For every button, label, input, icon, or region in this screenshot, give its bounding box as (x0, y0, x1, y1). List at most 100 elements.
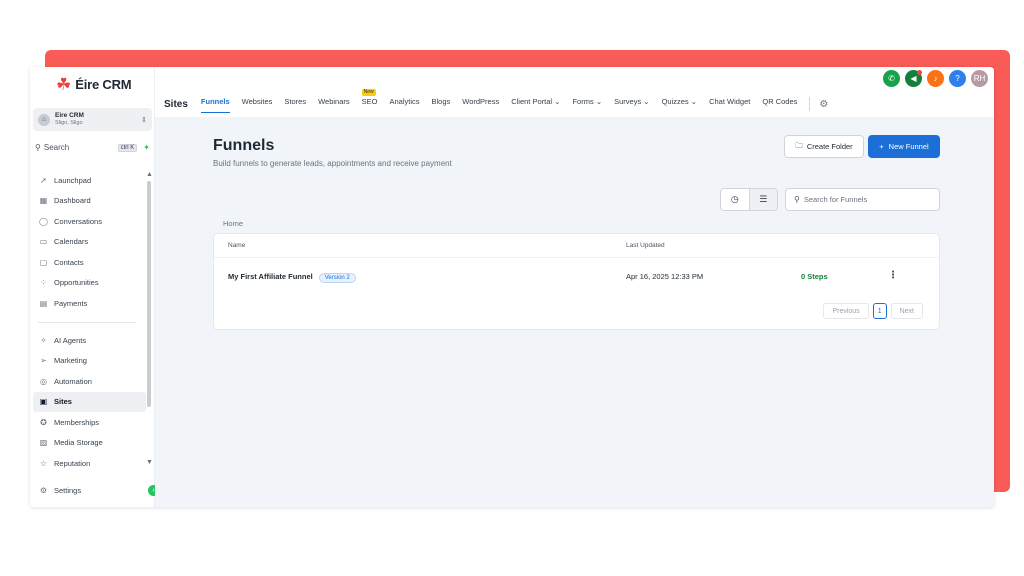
contacts-icon: ▢ (39, 257, 48, 267)
sidebar-item-label: Calendars (54, 237, 89, 247)
tab-client-portal[interactable]: Client Portal ⌄ (511, 95, 560, 113)
gear-icon: ⚙ (39, 485, 48, 495)
scroll-down-icon[interactable]: ▼ (146, 459, 153, 466)
sidebar-item-reputation[interactable]: ☆ Reputation (33, 453, 146, 474)
help-icon[interactable]: ? (949, 70, 966, 87)
star-icon: ☆ (39, 458, 48, 468)
recent-view-clock-icon[interactable]: ◷ (721, 189, 749, 210)
page-subtitle: Build funnels to generate leads, appoint… (213, 159, 452, 168)
tab-surveys[interactable]: Surveys ⌄ (614, 95, 649, 113)
sidebar-nav-main: ➚ Launchpad ▦ Dashboard ◯ Conversations ▭ Ca… (33, 170, 146, 314)
tab-websites[interactable]: Websites (242, 95, 273, 113)
tab-label: Forms (572, 97, 594, 106)
tab-wordpress[interactable]: WordPress (462, 95, 499, 113)
sidebar-item-marketing[interactable]: ➢ Marketing (33, 351, 146, 372)
sidebar-item-label: Dashboard (54, 196, 91, 206)
sites-tab-bar: Sites Funnels Websites Stores Webinars N… (164, 89, 828, 113)
sidebar-item-opportunities[interactable]: ⁘ Opportunities (33, 273, 146, 294)
tab-webinars[interactable]: Webinars (318, 95, 350, 113)
chevron-down-icon: ⌄ (643, 97, 650, 106)
calendar-icon: ▭ (39, 237, 48, 247)
sidebar-item-automation[interactable]: ◎ Automation (33, 371, 146, 392)
funnel-name-cell[interactable]: My First Affiliate Funnel Version 2 (228, 272, 356, 283)
shortcut-badge: ctrl K (117, 143, 138, 152)
tab-stores[interactable]: Stores (284, 95, 306, 113)
account-info: Eire CRM Sligo, Sligo (55, 112, 141, 127)
sidebar-item-label: Opportunities (54, 278, 99, 288)
phone-icon[interactable]: ✆ (883, 70, 900, 87)
chat-icon: ◯ (39, 216, 48, 226)
settings-gear-icon[interactable]: ⚙ (819, 99, 828, 110)
sidebar-item-sites[interactable]: ▣ Sites (33, 391, 146, 412)
sidebar-item-contacts[interactable]: ▢ Contacts (33, 252, 146, 273)
list-view-icon[interactable]: ☰ (748, 189, 777, 210)
top-header: ✆ ◀ ♪ ? RH Sites Funnels Websites Stores… (155, 67, 994, 117)
sidebar-item-label: Reputation (54, 458, 91, 468)
column-name: Name (228, 242, 246, 249)
sidebar-item-media-storage[interactable]: ▨ Media Storage (33, 433, 146, 454)
chevron-down-icon: ⌄ (595, 97, 603, 106)
account-switcher[interactable]: ⌂ Eire CRM Sligo, Sligo ⇕ (33, 108, 152, 131)
bell-icon[interactable]: ♪ (927, 70, 944, 87)
sites-icon: ▣ (39, 397, 48, 407)
page-number-button[interactable]: 1 (872, 303, 887, 319)
tab-analytics[interactable]: Analytics (389, 95, 419, 113)
search-icon: ⚲ (35, 143, 41, 152)
user-avatar[interactable]: RH (971, 70, 988, 87)
funnel-name: My First Affiliate Funnel (228, 272, 313, 281)
previous-button[interactable]: Previous (823, 303, 869, 319)
tab-blogs[interactable]: Blogs (431, 95, 450, 113)
sidebar-nav-footer: ⚙ Settings (33, 480, 146, 501)
header-actions: ✆ ◀ ♪ ? RH (883, 70, 988, 87)
pagination: Previous 1 Next (823, 303, 923, 319)
scroll-up-icon[interactable]: ▲ (146, 171, 153, 178)
sidebar-item-ai-agents[interactable]: ✧ AI Agents (33, 330, 146, 351)
breadcrumb[interactable]: Home (223, 219, 243, 228)
sidebar-scrollbar[interactable]: ▲ ▼ (146, 171, 153, 466)
sidebar-item-memberships[interactable]: ✪ Memberships (33, 412, 146, 433)
page-title: Funnels (213, 137, 275, 154)
sidebar-item-payments[interactable]: ▤ Payments (33, 293, 146, 314)
sidebar-item-label: Conversations (54, 216, 102, 226)
location-icon: ⌂ (38, 113, 50, 126)
ai-sparkle-icon[interactable]: ✦ (143, 143, 150, 152)
next-button[interactable]: Next (890, 303, 923, 319)
sidebar-item-dashboard[interactable]: ▦ Dashboard (33, 191, 146, 212)
tab-seo[interactable]: New SEO (361, 89, 377, 113)
new-funnel-button[interactable]: + New Funnel (868, 135, 940, 158)
sidebar-item-settings[interactable]: ⚙ Settings (33, 480, 146, 501)
table-row[interactable]: My First Affiliate Funnel Version 2 Apr 1… (214, 258, 939, 296)
sidebar-item-label: Media Storage (54, 438, 103, 448)
sparkle-icon: ✧ (40, 335, 47, 345)
table-header: Name Last Updated (214, 234, 939, 258)
funnel-search: ⚲ (785, 188, 940, 211)
folder-plus-icon: 🗀 (795, 141, 803, 150)
rocket-icon: ➚ (40, 175, 47, 185)
sidebar-item-launchpad[interactable]: ➚ Launchpad (33, 170, 146, 191)
sidebar-item-label: Memberships (54, 417, 100, 427)
tab-label: Surveys (614, 97, 642, 106)
view-toggle: ◷ ☰ (720, 188, 778, 211)
chevron-updown-icon: ⇕ (141, 116, 147, 124)
section-title: Sites (164, 98, 188, 110)
payments-icon: ▤ (39, 298, 48, 308)
search-input[interactable] (803, 195, 929, 204)
tab-chat-widget[interactable]: Chat Widget (709, 95, 750, 113)
tab-qr-codes[interactable]: QR Codes (762, 95, 797, 113)
sidebar-item-label: Settings (54, 485, 82, 495)
create-folder-button[interactable]: 🗀 Create Folder (784, 135, 864, 158)
sidebar-search[interactable]: ⚲ Search ctrl K ✦ (33, 140, 152, 155)
new-badge: New (361, 89, 376, 96)
sidebar-item-calendars[interactable]: ▭ Calendars (33, 232, 146, 253)
tab-quizzes[interactable]: Quizzes ⌄ (662, 95, 697, 113)
sidebar-item-conversations[interactable]: ◯ Conversations (33, 211, 146, 232)
button-label: New Funnel (888, 142, 929, 151)
tab-forms[interactable]: Forms ⌄ (572, 95, 602, 113)
more-options-icon[interactable]: ⋮ (888, 270, 898, 281)
tab-funnels[interactable]: Funnels (200, 95, 230, 113)
megaphone-icon[interactable]: ◀ (905, 70, 922, 87)
shamrock-icon: ☘ (56, 75, 72, 94)
scrollbar-thumb[interactable] (146, 181, 151, 407)
logo[interactable]: ☘ Éire CRM (56, 75, 132, 94)
sidebar-item-label: Contacts (54, 257, 84, 267)
